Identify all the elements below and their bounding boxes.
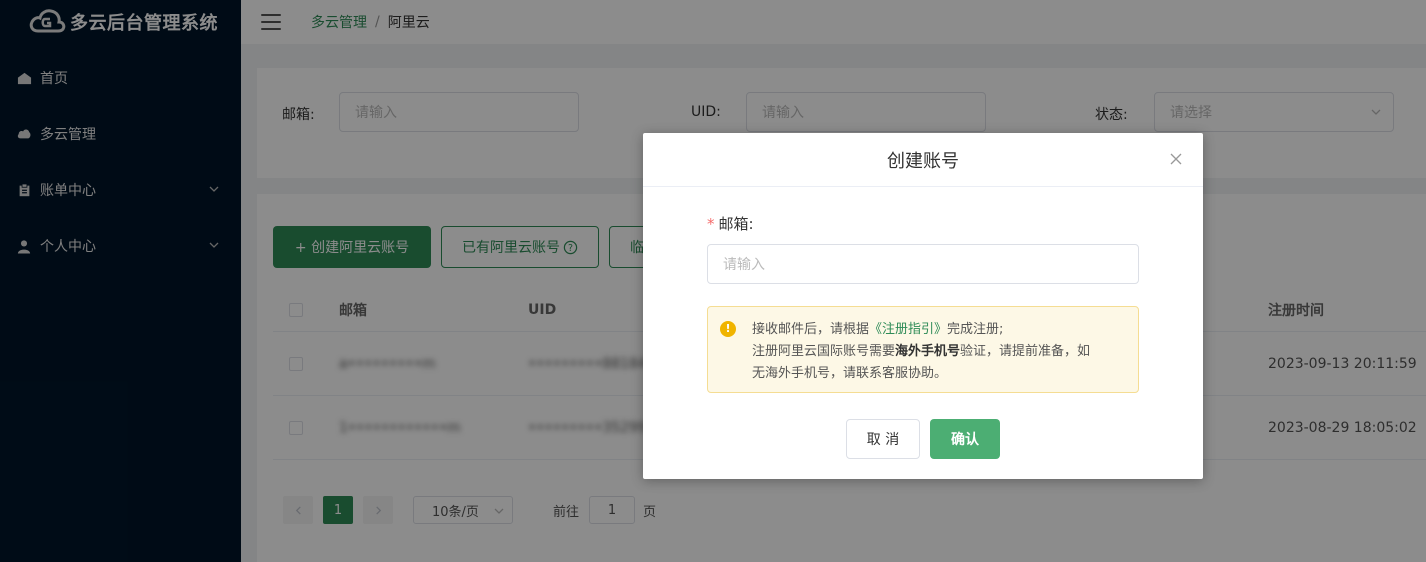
warning-icon: !	[720, 321, 736, 337]
registration-guide-link[interactable]: 《注册指引》	[869, 322, 947, 337]
email-field[interactable]: 请输入	[707, 244, 1139, 284]
notice-line-1: 接收邮件后，请根据《注册指引》完成注册;	[752, 322, 1004, 337]
email-form-label: * 邮箱:	[707, 215, 754, 233]
registration-notice: ! 接收邮件后，请根据《注册指引》完成注册; 注册阿里云国际账号需要海外手机号验…	[707, 306, 1139, 393]
create-account-dialog: 创建账号 * 邮箱: 请输入 ! 接收邮件后，请根据《注册指引》完成注册; 注册阿…	[643, 133, 1203, 479]
notice-line-2: 注册阿里云国际账号需要海外手机号验证，请提前准备，如	[752, 344, 1091, 359]
dialog-title: 创建账号	[887, 150, 959, 172]
dialog-header: 创建账号	[643, 133, 1203, 187]
notice-line-3: 无海外手机号，请联系客服协助。	[752, 366, 948, 381]
cancel-button[interactable]: 取 消	[846, 419, 920, 459]
close-icon[interactable]	[1169, 152, 1183, 166]
confirm-button[interactable]: 确认	[930, 419, 1000, 459]
required-mark: *	[707, 215, 715, 233]
